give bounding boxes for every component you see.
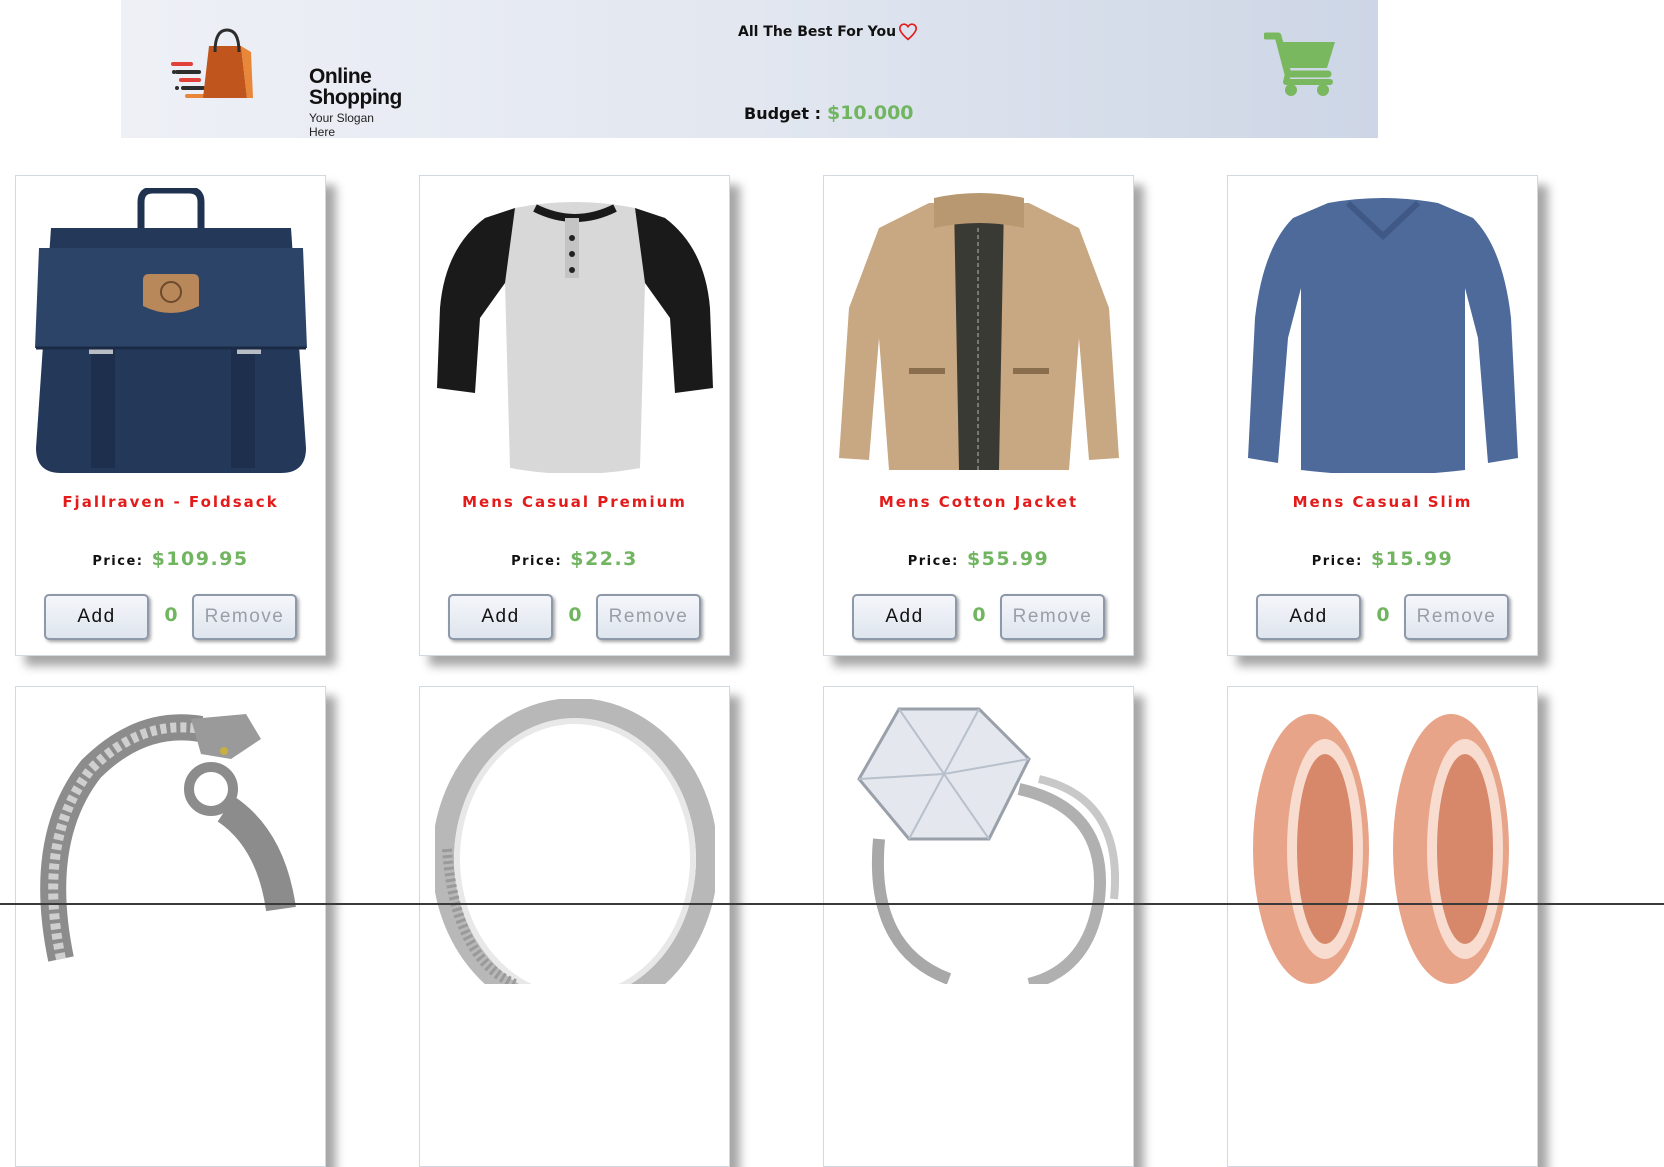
product-price: Price: $15.99 <box>1228 548 1537 570</box>
brand-logo[interactable]: Online Shopping Your Slogan Here <box>171 26 402 139</box>
product-card: Mens Casual Slim Price: $15.99 Add 0 Rem… <box>1227 175 1538 656</box>
logo-text: Online Shopping Your Slogan Here <box>309 66 402 139</box>
heart-outline-icon <box>899 23 918 41</box>
quantity-counter: 0 <box>1376 604 1390 626</box>
product-price: Price: $55.99 <box>824 548 1133 570</box>
product-card <box>1227 686 1538 1167</box>
product-price: Price: $22.3 <box>420 548 729 570</box>
price-label: Price: <box>92 554 144 569</box>
budget: Budget : $10.000 <box>744 102 914 124</box>
price-value: $55.99 <box>966 548 1050 570</box>
remove-button[interactable]: Remove <box>1404 594 1509 640</box>
product-image-raglan-tshirt[interactable] <box>435 188 715 473</box>
product-card <box>823 686 1134 1167</box>
price-value: $109.95 <box>151 548 249 570</box>
product-title[interactable]: Mens Cotton Jacket <box>824 493 1133 511</box>
logo-title-line2: Shopping <box>309 86 402 109</box>
logo-slogan: Your Slogan Here <box>309 111 374 139</box>
remove-button[interactable]: Remove <box>1000 594 1105 640</box>
add-button[interactable]: Add <box>852 594 957 640</box>
quantity-counter: 0 <box>972 604 986 626</box>
product-image-jacket[interactable] <box>839 188 1119 473</box>
product-title[interactable]: Fjallraven - Foldsack <box>16 493 325 511</box>
site-header: Online Shopping Your Slogan Here All The… <box>121 0 1378 139</box>
shopping-bag-logo-icon <box>171 28 253 98</box>
add-button[interactable]: Add <box>44 594 149 640</box>
product-card <box>419 686 730 1167</box>
product-image-backpack[interactable] <box>31 188 311 473</box>
quantity-counter: 0 <box>164 604 178 626</box>
price-value: $15.99 <box>1370 548 1454 570</box>
remove-button[interactable]: Remove <box>596 594 701 640</box>
add-button[interactable]: Add <box>448 594 553 640</box>
product-image-longsleeve-shirt[interactable] <box>1243 188 1523 473</box>
product-title[interactable]: Mens Casual Premium <box>420 493 729 511</box>
budget-label: Budget : <box>744 104 821 123</box>
product-image-rose-gold-plugs[interactable] <box>1243 699 1523 984</box>
product-title[interactable]: Mens Casual Slim <box>1228 493 1537 511</box>
product-image-silver-ring[interactable] <box>435 699 715 984</box>
price-value: $22.3 <box>570 548 638 570</box>
product-image-dragon-bracelet[interactable] <box>31 699 311 984</box>
product-price: Price: $109.95 <box>16 548 325 570</box>
shopping-cart-icon[interactable] <box>1264 30 1338 98</box>
window-bottom-edge <box>0 903 1664 905</box>
product-card: Fjallraven - Foldsack Price: $109.95 Add… <box>15 175 326 656</box>
tagline: All The Best For You <box>738 23 918 41</box>
price-label: Price: <box>511 554 563 569</box>
tagline-text: All The Best For You <box>738 24 897 40</box>
remove-button[interactable]: Remove <box>192 594 297 640</box>
logo-title-line1: Online <box>309 65 372 88</box>
add-button[interactable]: Add <box>1256 594 1361 640</box>
quantity-counter: 0 <box>568 604 582 626</box>
product-card <box>15 686 326 1167</box>
product-card: Mens Casual Premium Price: $22.3 Add 0 R… <box>419 175 730 656</box>
budget-value: $10.000 <box>826 102 914 124</box>
price-label: Price: <box>1311 554 1363 569</box>
product-card: Mens Cotton Jacket Price: $55.99 Add 0 R… <box>823 175 1134 656</box>
product-image-diamond-ring[interactable] <box>839 699 1119 984</box>
price-label: Price: <box>907 554 959 569</box>
